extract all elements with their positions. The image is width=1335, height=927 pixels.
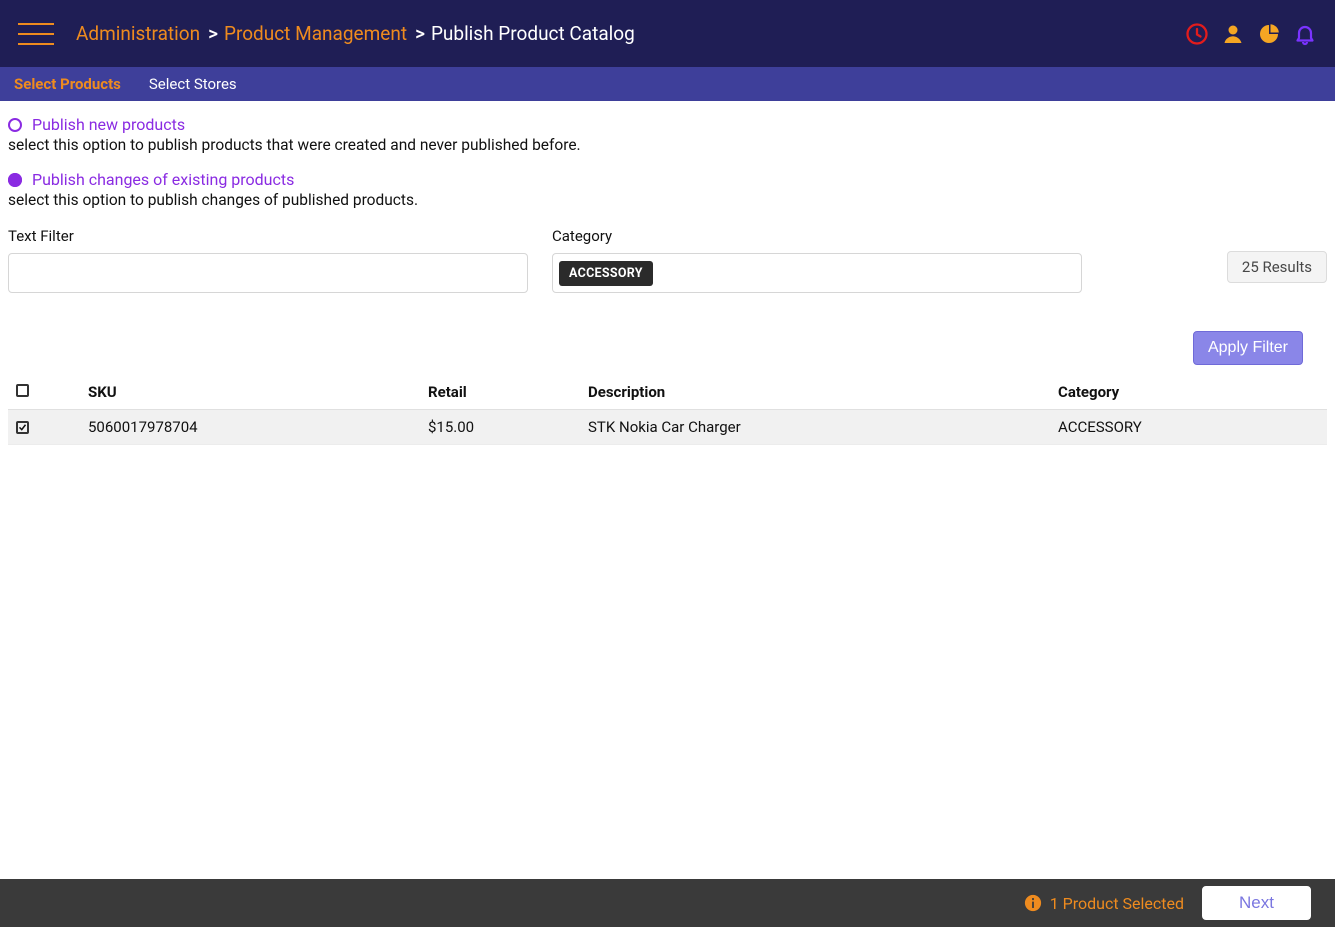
col-retail: Retail bbox=[428, 383, 588, 401]
cell-sku: 5060017978704 bbox=[88, 418, 428, 436]
app-header: Administration > Product Management > Pu… bbox=[0, 0, 1335, 67]
table-row[interactable]: 5060017978704 $15.00 STK Nokia Car Charg… bbox=[8, 410, 1327, 445]
cell-description: STK Nokia Car Charger bbox=[588, 418, 1058, 436]
option-publish-existing[interactable]: Publish changes of existing products bbox=[8, 170, 1327, 189]
col-description: Description bbox=[588, 383, 1058, 401]
select-all-checkbox[interactable] bbox=[16, 384, 29, 397]
selected-count-text: 1 Product Selected bbox=[1050, 894, 1184, 913]
user-icon[interactable] bbox=[1221, 22, 1245, 46]
category-chip[interactable]: ACCESSORY bbox=[559, 261, 653, 286]
products-table: SKU Retail Description Category 50600179… bbox=[8, 375, 1327, 445]
option-label[interactable]: Publish new products bbox=[32, 115, 185, 134]
breadcrumb-product-management[interactable]: Product Management bbox=[224, 22, 407, 45]
table-header-row: SKU Retail Description Category bbox=[8, 375, 1327, 410]
tab-select-products[interactable]: Select Products bbox=[14, 75, 121, 93]
cell-retail: $15.00 bbox=[428, 418, 588, 436]
radio-icon[interactable] bbox=[8, 173, 22, 187]
apply-filter-button[interactable]: Apply Filter bbox=[1193, 331, 1303, 365]
page-title: Publish Product Catalog bbox=[431, 22, 635, 45]
main-content: Publish new products select this option … bbox=[0, 101, 1335, 879]
radio-icon[interactable] bbox=[8, 118, 22, 132]
text-filter-input[interactable] bbox=[8, 253, 528, 293]
option-description: select this option to publish products t… bbox=[8, 136, 1327, 154]
selected-count: 1 Product Selected bbox=[1024, 894, 1184, 913]
menu-icon[interactable] bbox=[18, 23, 54, 45]
info-icon bbox=[1024, 894, 1042, 912]
footer-bar: 1 Product Selected Next bbox=[0, 879, 1335, 927]
next-button[interactable]: Next bbox=[1202, 886, 1311, 920]
filter-section: Text Filter Category ACCESSORY 25 Result… bbox=[8, 227, 1327, 293]
chevron-right-icon: > bbox=[415, 22, 425, 45]
row-checkbox[interactable] bbox=[16, 421, 29, 434]
category-label: Category bbox=[552, 227, 1082, 245]
clock-icon[interactable] bbox=[1185, 22, 1209, 46]
breadcrumb: Administration > Product Management > Pu… bbox=[76, 22, 635, 45]
breadcrumb-admin[interactable]: Administration bbox=[76, 22, 200, 45]
chevron-right-icon: > bbox=[208, 22, 218, 45]
results-count-badge: 25 Results bbox=[1227, 251, 1327, 283]
col-sku: SKU bbox=[88, 383, 428, 401]
option-publish-new[interactable]: Publish new products bbox=[8, 115, 1327, 134]
tab-select-stores[interactable]: Select Stores bbox=[149, 75, 237, 93]
option-label[interactable]: Publish changes of existing products bbox=[32, 170, 294, 189]
header-actions bbox=[1185, 22, 1317, 46]
category-input[interactable]: ACCESSORY bbox=[552, 253, 1082, 293]
cell-category: ACCESSORY bbox=[1058, 418, 1321, 436]
option-description: select this option to publish changes of… bbox=[8, 191, 1327, 209]
text-filter-label: Text Filter bbox=[8, 227, 528, 245]
col-category: Category bbox=[1058, 383, 1321, 401]
step-tabs: Select Products Select Stores bbox=[0, 67, 1335, 101]
bell-icon[interactable] bbox=[1293, 22, 1317, 46]
pie-chart-icon[interactable] bbox=[1257, 22, 1281, 46]
